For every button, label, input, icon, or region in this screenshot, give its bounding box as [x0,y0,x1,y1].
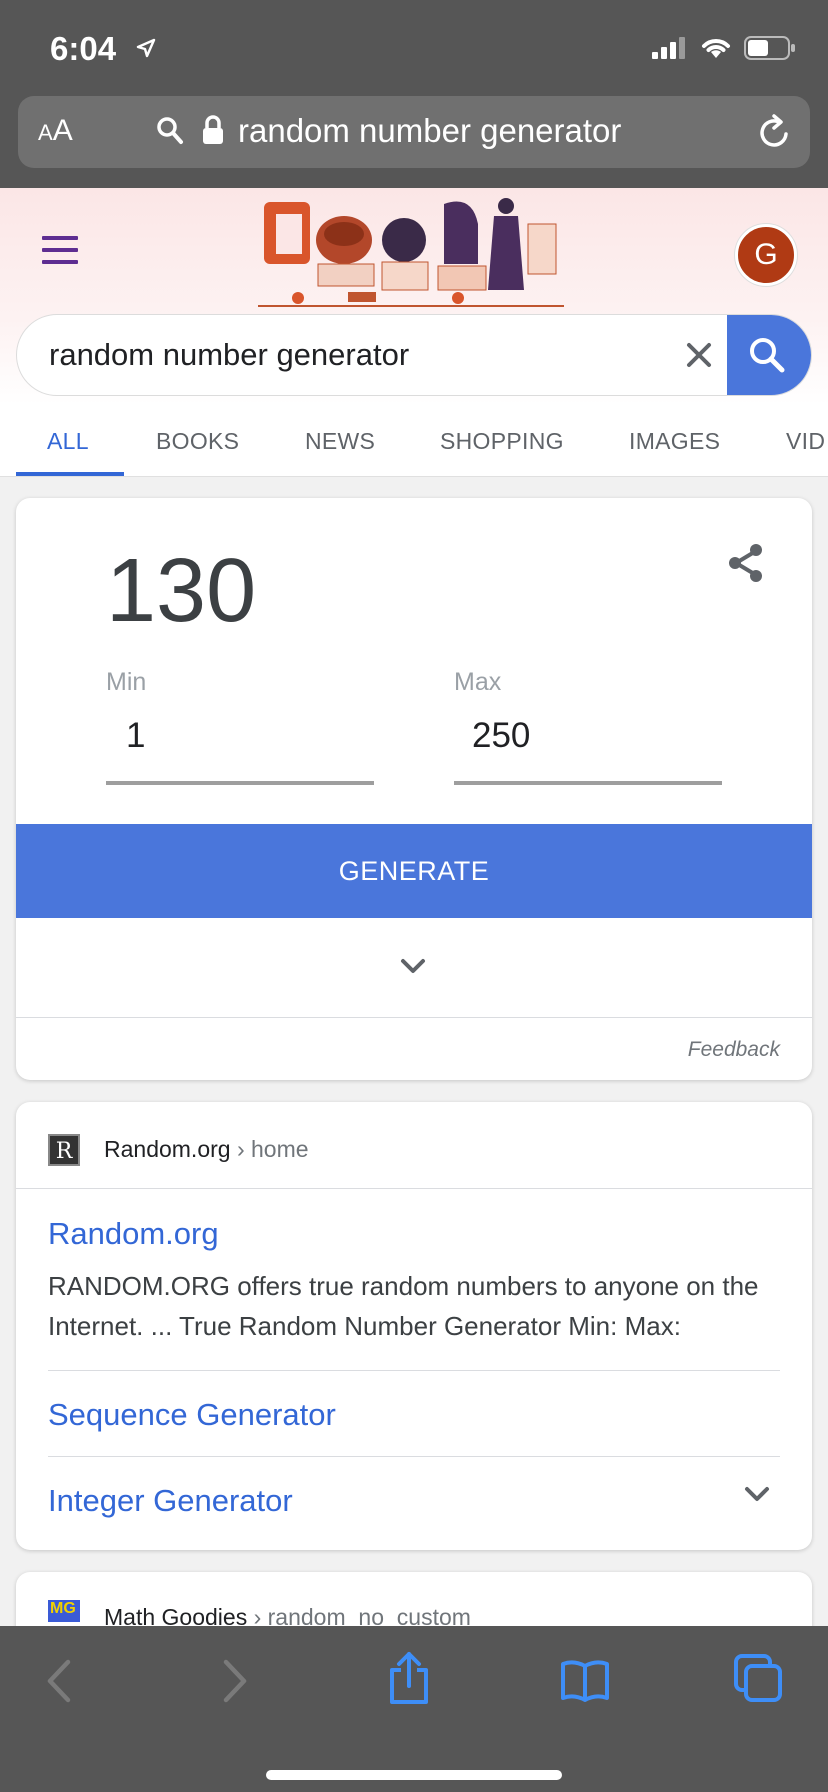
share-icon[interactable] [726,542,766,584]
search-icon [157,117,183,144]
location-arrow-icon [136,38,156,58]
search-tabs: ALL BOOKS NEWS SHOPPING IMAGES VID [0,406,828,476]
chevron-down-icon[interactable] [742,1484,772,1504]
generated-number: 130 [106,541,257,641]
max-input[interactable]: 250 [472,716,530,756]
search-button[interactable] [727,315,811,395]
address-bar[interactable]: AA random number generator [18,96,810,168]
text-size-button[interactable]: AA [38,114,73,148]
safari-bottom-toolbar [0,1626,828,1792]
result-site-path: › home [230,1136,309,1162]
result-site-name: Random.org [104,1136,231,1162]
min-input-underline [106,781,374,785]
home-indicator[interactable] [266,1770,562,1780]
search-box[interactable]: random number generator [16,314,812,396]
tabs-divider [0,476,828,477]
feedback-link[interactable]: Feedback [688,1038,780,1062]
search-input[interactable]: random number generator [49,337,409,373]
sitelink-sequence-generator[interactable]: Sequence Generator [48,1397,336,1433]
result-breadcrumb[interactable]: Random.org › home [104,1136,309,1163]
random-number-generator-card: 130 Min 1 Max 250 GENERATE Feedback [16,498,812,1080]
site-favicon: R [48,1134,80,1166]
result-snippet: RANDOM.ORG offers true random numbers to… [48,1271,759,1341]
search-result-card: R Random.org › home Random.org RANDOM.OR… [16,1102,812,1550]
result-title-link[interactable]: Random.org [48,1216,219,1252]
forward-icon[interactable] [220,1658,250,1704]
back-icon[interactable] [44,1658,74,1704]
min-label: Min [106,668,147,696]
search-icon [750,338,785,373]
card-divider [16,1017,812,1018]
site-favicon: MG [48,1600,80,1622]
reload-icon[interactable] [758,114,792,150]
account-avatar[interactable]: G [735,224,797,286]
cellular-signal-icon [652,37,685,59]
sitelink-integer-generator[interactable]: Integer Generator [48,1483,293,1519]
sitelink-divider [48,1456,780,1457]
max-label: Max [454,668,502,696]
share-icon[interactable] [386,1650,432,1706]
battery-icon [744,36,795,60]
tab-all[interactable]: ALL [47,428,89,455]
result-header-divider [16,1188,812,1189]
generate-button[interactable]: GENERATE [16,824,812,918]
status-time: 6:04 [50,30,117,67]
google-header: G random number generator ALL BOOKS NEWS… [0,188,828,477]
tab-news[interactable]: NEWS [305,428,375,455]
google-doodle-logo[interactable] [258,194,564,318]
close-icon[interactable] [681,337,717,373]
tabs-icon[interactable] [732,1652,786,1704]
menu-icon[interactable] [42,236,78,272]
chevron-down-icon[interactable] [398,956,428,976]
tab-videos[interactable]: VID [786,428,825,455]
safari-top-bar: 6:04 AA random number generator [0,0,828,188]
bookmarks-icon[interactable] [560,1658,610,1702]
url-text[interactable]: random number generator [238,112,621,150]
max-input-underline [454,781,722,785]
lock-icon [203,115,223,144]
min-input[interactable]: 1 [126,716,145,756]
tab-images[interactable]: IMAGES [629,428,720,455]
tab-books[interactable]: BOOKS [156,428,239,455]
sitelink-divider [48,1370,780,1371]
wifi-icon [702,39,730,58]
tab-shopping[interactable]: SHOPPING [440,428,564,455]
